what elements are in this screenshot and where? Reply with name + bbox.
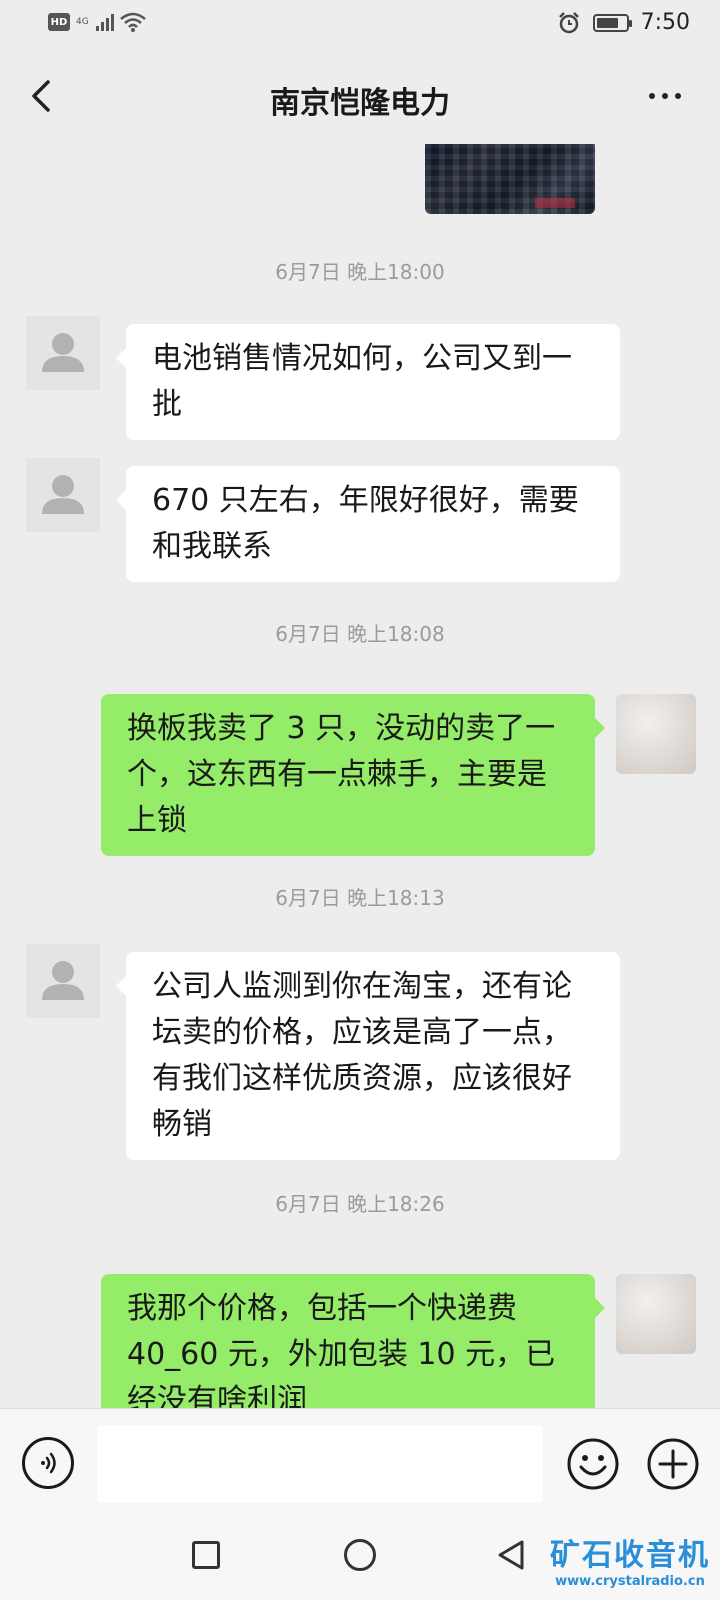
chat-header: 南京恺隆电力 <box>0 48 720 144</box>
battery-icon <box>592 13 632 32</box>
timestamp: 6月7日 晚上18:00 <box>275 260 445 284</box>
message-input[interactable] <box>97 1425 543 1503</box>
voice-icon[interactable] <box>22 1437 74 1489</box>
nav-back-icon[interactable] <box>494 1538 528 1572</box>
timestamp: 6月7日 晚上18:08 <box>275 622 445 646</box>
avatar[interactable] <box>26 944 100 1018</box>
status-right: 7:50 <box>557 10 690 35</box>
avatar[interactable] <box>616 694 696 774</box>
chat-area[interactable]: 6月7日 晚上18:00 电池销售情况如何，公司又到一批 670 只左右，年限好… <box>0 144 720 1408</box>
avatar[interactable] <box>26 316 100 390</box>
timestamp: 6月7日 晚上18:13 <box>275 886 445 910</box>
message-bubble[interactable]: 公司人监测到你在淘宝，还有论坛卖的价格，应该是高了一点，有我们这样优质资源，应该… <box>116 952 620 1160</box>
watermark-title: 矿石收音机 <box>550 1538 710 1573</box>
avatar[interactable] <box>26 458 100 532</box>
message-bubble[interactable]: 670 只左右，年限好很好，需要和我联系 <box>116 466 620 582</box>
timestamp: 6月7日 晚上18:26 <box>275 1192 445 1216</box>
battery-fill <box>596 17 618 28</box>
message-bubble[interactable]: 我那个价格，包括一个快递费40_60 元，外加包装 10 元，已经没有啥利润 <box>101 1274 605 1408</box>
plus-icon[interactable] <box>646 1437 700 1491</box>
chat-title: 南京恺隆电力 <box>270 86 450 121</box>
recents-icon[interactable] <box>192 1541 220 1569</box>
status-bar: HD 4G 7:50 <box>0 0 720 48</box>
message-bubble[interactable]: 换板我卖了 3 只，没动的卖了一个，这东西有一点棘手，主要是上锁 <box>101 694 605 856</box>
hd-badge: HD <box>48 13 70 31</box>
wifi-icon <box>120 12 146 32</box>
watermark: 矿石收音机 www.crystalradio.cn <box>550 1530 710 1589</box>
avatar[interactable] <box>616 1274 696 1354</box>
message-bubble[interactable]: 电池销售情况如何，公司又到一批 <box>116 324 620 440</box>
home-icon[interactable] <box>344 1539 376 1571</box>
alarm-icon <box>557 11 581 35</box>
emoji-icon[interactable] <box>566 1437 620 1491</box>
network-type: 4G <box>76 16 89 27</box>
input-bar <box>0 1408 720 1515</box>
signal-icon <box>96 13 114 31</box>
watermark-url: www.crystalradio.cn <box>555 1574 705 1589</box>
image-message[interactable] <box>425 144 595 214</box>
more-icon[interactable] <box>640 78 690 114</box>
status-left: HD 4G <box>48 12 146 32</box>
status-time: 7:50 <box>640 10 690 35</box>
